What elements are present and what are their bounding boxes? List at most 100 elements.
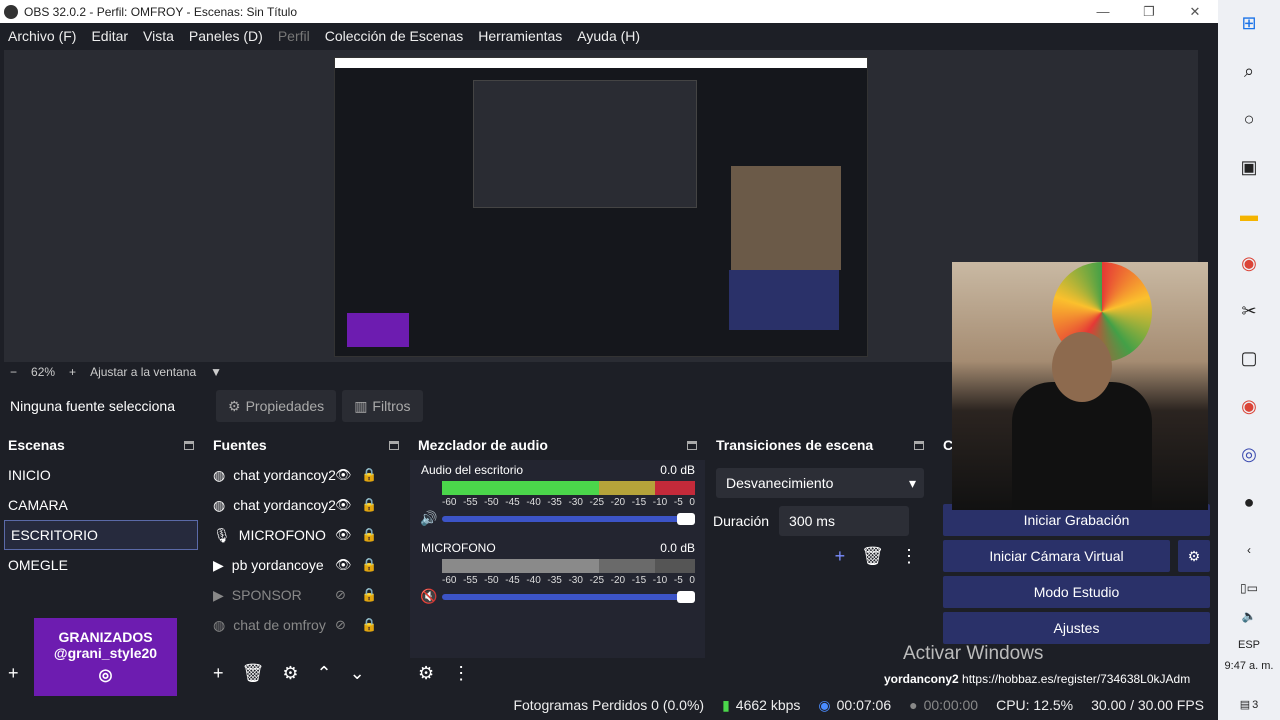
obs-icon[interactable]: ◎: [1218, 431, 1280, 479]
zoom-out-button[interactable]: −: [10, 365, 17, 379]
language-indicator[interactable]: ESP: [1218, 630, 1280, 660]
scene-item-camara[interactable]: CAMARA: [0, 490, 202, 520]
properties-label: Propiedades: [245, 398, 325, 414]
more-options-icon[interactable]: ⋮: [452, 663, 470, 684]
volume-icon[interactable]: 🔈: [1218, 602, 1280, 630]
move-up-icon[interactable]: ⌃: [317, 663, 332, 684]
undock-icon[interactable]: [389, 440, 399, 450]
move-down-icon[interactable]: ⌄: [350, 663, 365, 684]
menu-archivo[interactable]: Archivo (F): [8, 28, 76, 44]
overlay-line2: @grani_style20: [53, 645, 158, 661]
source-item[interactable]: ◍ chat yordancoy2 👁 🔒: [205, 490, 407, 520]
cortana-icon[interactable]: ○: [1218, 96, 1280, 144]
browser-icon: ◍: [213, 616, 226, 633]
volume-slider[interactable]: [442, 513, 695, 525]
speaker-icon[interactable]: 🔊: [420, 510, 437, 527]
scale-tick: -30: [568, 575, 583, 586]
menu-paneles[interactable]: Paneles (D): [189, 28, 263, 44]
close-button[interactable]: ✕: [1172, 0, 1218, 23]
fit-caret-icon[interactable]: ▼: [210, 365, 222, 379]
transition-select[interactable]: Desvanecimiento ▾: [716, 468, 924, 498]
network-icon[interactable]: ▯▭: [1218, 574, 1280, 602]
more-options-icon[interactable]: ⋮: [900, 546, 918, 567]
zoom-in-button[interactable]: +: [69, 365, 76, 379]
menu-vista[interactable]: Vista: [143, 28, 174, 44]
task-view-icon[interactable]: ▣: [1218, 144, 1280, 192]
filters-button[interactable]: ▥ Filtros: [342, 390, 423, 422]
menu-coleccion[interactable]: Colección de Escenas: [325, 28, 464, 44]
undock-icon[interactable]: [184, 440, 194, 450]
dropped-frames: Fotogramas Perdidos 0 (0.0%): [513, 697, 705, 713]
eye-icon[interactable]: 👁: [335, 497, 352, 513]
channel-db: 0.0 dB: [660, 541, 695, 555]
chrome-icon[interactable]: ◉: [1218, 383, 1280, 431]
lock-icon[interactable]: 🔒: [361, 527, 377, 543]
source-name: MICROFONO: [238, 527, 326, 543]
gear-icon[interactable]: ⚙: [1178, 540, 1210, 572]
lock-icon[interactable]: 🔒: [361, 497, 377, 513]
lock-icon[interactable]: 🔒: [361, 587, 377, 603]
trash-icon[interactable]: 🗑: [861, 546, 884, 567]
scene-item-inicio[interactable]: INICIO: [0, 460, 202, 490]
scene-item-omegle[interactable]: OMEGLE: [0, 550, 202, 580]
scale-tick: -10: [652, 575, 668, 586]
studio-mode-button[interactable]: Modo Estudio: [943, 576, 1210, 608]
ticker-user: yordancony2: [884, 672, 959, 686]
file-explorer-icon[interactable]: ▬: [1218, 191, 1280, 239]
volume-slider[interactable]: [442, 591, 695, 603]
fit-to-window[interactable]: Ajustar a la ventana: [90, 365, 196, 379]
menu-ayuda[interactable]: Ayuda (H): [577, 28, 640, 44]
clock[interactable]: 9:47 a. m.: [1225, 660, 1274, 690]
lock-icon[interactable]: 🔒: [361, 557, 377, 573]
settings-button[interactable]: Ajustes: [943, 612, 1210, 644]
undock-icon[interactable]: [687, 440, 697, 450]
muted-speaker-icon[interactable]: 🔇: [420, 588, 437, 605]
browser-icon: ◍: [213, 466, 226, 483]
source-item[interactable]: ▶ pb yordancoye 👁 🔒: [205, 550, 407, 580]
add-source-button[interactable]: +: [213, 663, 224, 684]
start-virtual-camera-button[interactable]: Iniciar Cámara Virtual: [943, 540, 1170, 572]
menu-perfil[interactable]: Perfil: [278, 28, 310, 44]
window-icon[interactable]: ▢: [1218, 335, 1280, 383]
gear-icon[interactable]: ⚙: [282, 663, 298, 684]
zoom-value: 62%: [31, 365, 56, 379]
lock-icon[interactable]: 🔒: [361, 467, 377, 483]
eye-icon[interactable]: 👁: [335, 557, 352, 573]
maximize-button[interactable]: ❐: [1126, 0, 1172, 23]
window-title: OBS 32.0.2 - Perfil: OMFROY - Escenas: S…: [24, 4, 297, 19]
windows-start-icon[interactable]: ⊞: [1218, 0, 1280, 48]
properties-button[interactable]: ⚙ Propiedades: [216, 390, 337, 422]
eye-icon[interactable]: 👁: [335, 467, 352, 483]
duration-input[interactable]: 300 ms: [779, 506, 910, 536]
tray-chevron-icon[interactable]: ‹: [1218, 526, 1280, 574]
scale-tick: -50: [484, 497, 499, 508]
chrome-icon[interactable]: ◉: [1218, 239, 1280, 287]
obs-logo-icon: [4, 4, 18, 19]
source-name: chat yordancoy2: [233, 497, 336, 513]
source-item[interactable]: ◍ chat yordancoy2 👁 🔒: [205, 460, 407, 490]
source-item[interactable]: ▶ SPONSOR ⊘ 🔒: [205, 580, 407, 610]
add-scene-button[interactable]: +: [8, 663, 19, 684]
search-icon[interactable]: ⌕: [1218, 48, 1280, 96]
menu-herramientas[interactable]: Herramientas: [478, 28, 562, 44]
recorder-icon[interactable]: ●: [1218, 479, 1280, 527]
mixer-settings-icon[interactable]: ⚙: [418, 663, 434, 684]
trash-icon[interactable]: 🗑: [242, 663, 265, 684]
eye-hidden-icon[interactable]: ⊘: [335, 617, 346, 633]
sources-dock: Fuentes ◍ chat yordancoy2 👁 🔒 ◍ chat yordanc…: [205, 432, 407, 688]
eye-hidden-icon[interactable]: ⊘: [335, 587, 346, 603]
eye-icon[interactable]: 👁: [335, 527, 352, 543]
channel-name: Audio del escritorio: [421, 463, 524, 477]
lock-icon[interactable]: 🔒: [361, 617, 377, 633]
undock-icon[interactable]: [914, 440, 924, 450]
scale-tick: -55: [463, 497, 478, 508]
scene-item-escritorio[interactable]: ESCRITORIO: [4, 520, 198, 550]
notification-button[interactable]: ▤ 3: [1240, 690, 1259, 720]
menu-editar[interactable]: Editar: [91, 28, 128, 44]
minimize-button[interactable]: —: [1080, 0, 1126, 23]
source-item[interactable]: 🎙 MICROFONO 👁 🔒: [205, 520, 407, 550]
add-transition-button[interactable]: +: [835, 546, 846, 567]
record-icon: ●: [909, 697, 918, 713]
source-item[interactable]: ◍ chat de omfroy ⊘ 🔒: [205, 610, 407, 640]
capcut-icon[interactable]: ✂: [1218, 287, 1280, 335]
